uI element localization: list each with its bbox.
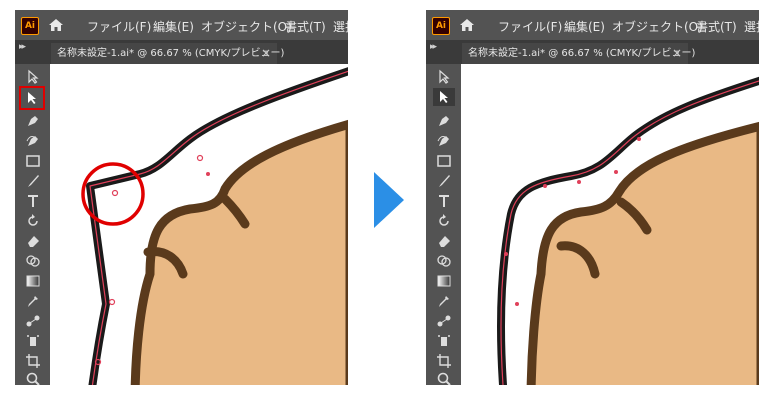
symbol-sprayer-tool-icon[interactable]: [22, 332, 44, 350]
menu-bar: Ai ファイル(F) 編集(E) オブジェクト(O) 書式(T) 選択: [426, 10, 759, 40]
menu-file[interactable]: ファイル(F): [498, 18, 562, 35]
blend-tool-icon[interactable]: [22, 312, 44, 330]
menu-object[interactable]: オブジェクト(O): [612, 18, 703, 35]
selection-tool-icon[interactable]: [19, 86, 45, 110]
direct-selection-tool-icon[interactable]: [433, 68, 455, 86]
canvas[interactable]: [50, 64, 348, 385]
direct-selection-tool-icon[interactable]: [22, 68, 44, 86]
document-tab-bar: ▸▸ 名称未設定-1.ai* @ 66.67 % (CMYK/プレビュー) ×: [15, 40, 348, 64]
tools-panel: [15, 64, 50, 385]
document-tab-title: 名称未設定-1.ai* @ 66.67 % (CMYK/プレビュー): [468, 48, 696, 59]
rectangle-tool-icon[interactable]: [22, 152, 44, 170]
curvature-tool-icon[interactable]: [433, 132, 455, 150]
ai-logo: Ai: [432, 17, 450, 35]
close-icon[interactable]: ×: [672, 43, 682, 64]
canvas[interactable]: [461, 64, 759, 385]
pen-tool-icon[interactable]: [22, 112, 44, 130]
selection-tool-icon[interactable]: [433, 88, 455, 106]
eyedropper-tool-icon[interactable]: [433, 292, 455, 310]
menu-file[interactable]: ファイル(F): [87, 18, 151, 35]
rotate-tool-icon[interactable]: [433, 212, 455, 230]
before-screenshot: Ai ファイル(F) 編集(E) オブジェクト(O) 書式(T) 選択 ▸▸ 名…: [15, 10, 348, 385]
after-screenshot: Ai ファイル(F) 編集(E) オブジェクト(O) 書式(T) 選択 ▸▸ 名…: [426, 10, 759, 385]
document-tab-title: 名称未設定-1.ai* @ 66.67 % (CMYK/プレビュー): [57, 48, 285, 59]
character-artwork: [81, 67, 348, 385]
home-icon[interactable]: [47, 16, 65, 34]
gradient-tool-icon[interactable]: [22, 272, 44, 290]
rotate-tool-icon[interactable]: [22, 212, 44, 230]
menu-select[interactable]: 選択: [744, 18, 759, 35]
gradient-tool-icon[interactable]: [433, 272, 455, 290]
panel-collapse-icon[interactable]: ▸▸: [19, 42, 26, 52]
shape-builder-tool-icon[interactable]: [22, 252, 44, 270]
artboard-tool-icon[interactable]: [433, 352, 455, 370]
zoom-tool-icon[interactable]: [433, 370, 455, 385]
artboard-tool-icon[interactable]: [22, 352, 44, 370]
next-step-arrow-icon: [374, 172, 404, 228]
menu-select[interactable]: 選択: [333, 18, 348, 35]
menu-object[interactable]: オブジェクト(O): [201, 18, 292, 35]
document-tab[interactable]: 名称未設定-1.ai* @ 66.67 % (CMYK/プレビュー) ×: [51, 43, 284, 64]
paintbrush-tool-icon[interactable]: [433, 172, 455, 190]
document-tab-bar: ▸▸ 名称未設定-1.ai* @ 66.67 % (CMYK/プレビュー) ×: [426, 40, 759, 64]
type-tool-icon[interactable]: [433, 192, 455, 210]
menu-edit[interactable]: 編集(E): [564, 18, 605, 35]
panel-collapse-icon[interactable]: ▸▸: [430, 42, 437, 52]
menu-type[interactable]: 書式(T): [696, 18, 737, 35]
paintbrush-tool-icon[interactable]: [22, 172, 44, 190]
menu-type[interactable]: 書式(T): [285, 18, 326, 35]
eyedropper-tool-icon[interactable]: [22, 292, 44, 310]
symbol-sprayer-tool-icon[interactable]: [433, 332, 455, 350]
curvature-tool-icon[interactable]: [22, 132, 44, 150]
menu-bar: Ai ファイル(F) 編集(E) オブジェクト(O) 書式(T) 選択: [15, 10, 348, 40]
home-icon[interactable]: [458, 16, 476, 34]
shape-builder-tool-icon[interactable]: [433, 252, 455, 270]
blend-tool-icon[interactable]: [433, 312, 455, 330]
type-tool-icon[interactable]: [22, 192, 44, 210]
eraser-tool-icon[interactable]: [22, 232, 44, 250]
zoom-tool-icon[interactable]: [22, 370, 44, 385]
eraser-tool-icon[interactable]: [433, 232, 455, 250]
document-tab[interactable]: 名称未設定-1.ai* @ 66.67 % (CMYK/プレビュー) ×: [462, 43, 695, 64]
tools-panel: [426, 64, 461, 385]
ai-logo: Ai: [21, 17, 39, 35]
pen-tool-icon[interactable]: [433, 112, 455, 130]
menu-edit[interactable]: 編集(E): [153, 18, 194, 35]
character-artwork: [497, 76, 759, 385]
rectangle-tool-icon[interactable]: [433, 152, 455, 170]
close-icon[interactable]: ×: [261, 43, 271, 64]
